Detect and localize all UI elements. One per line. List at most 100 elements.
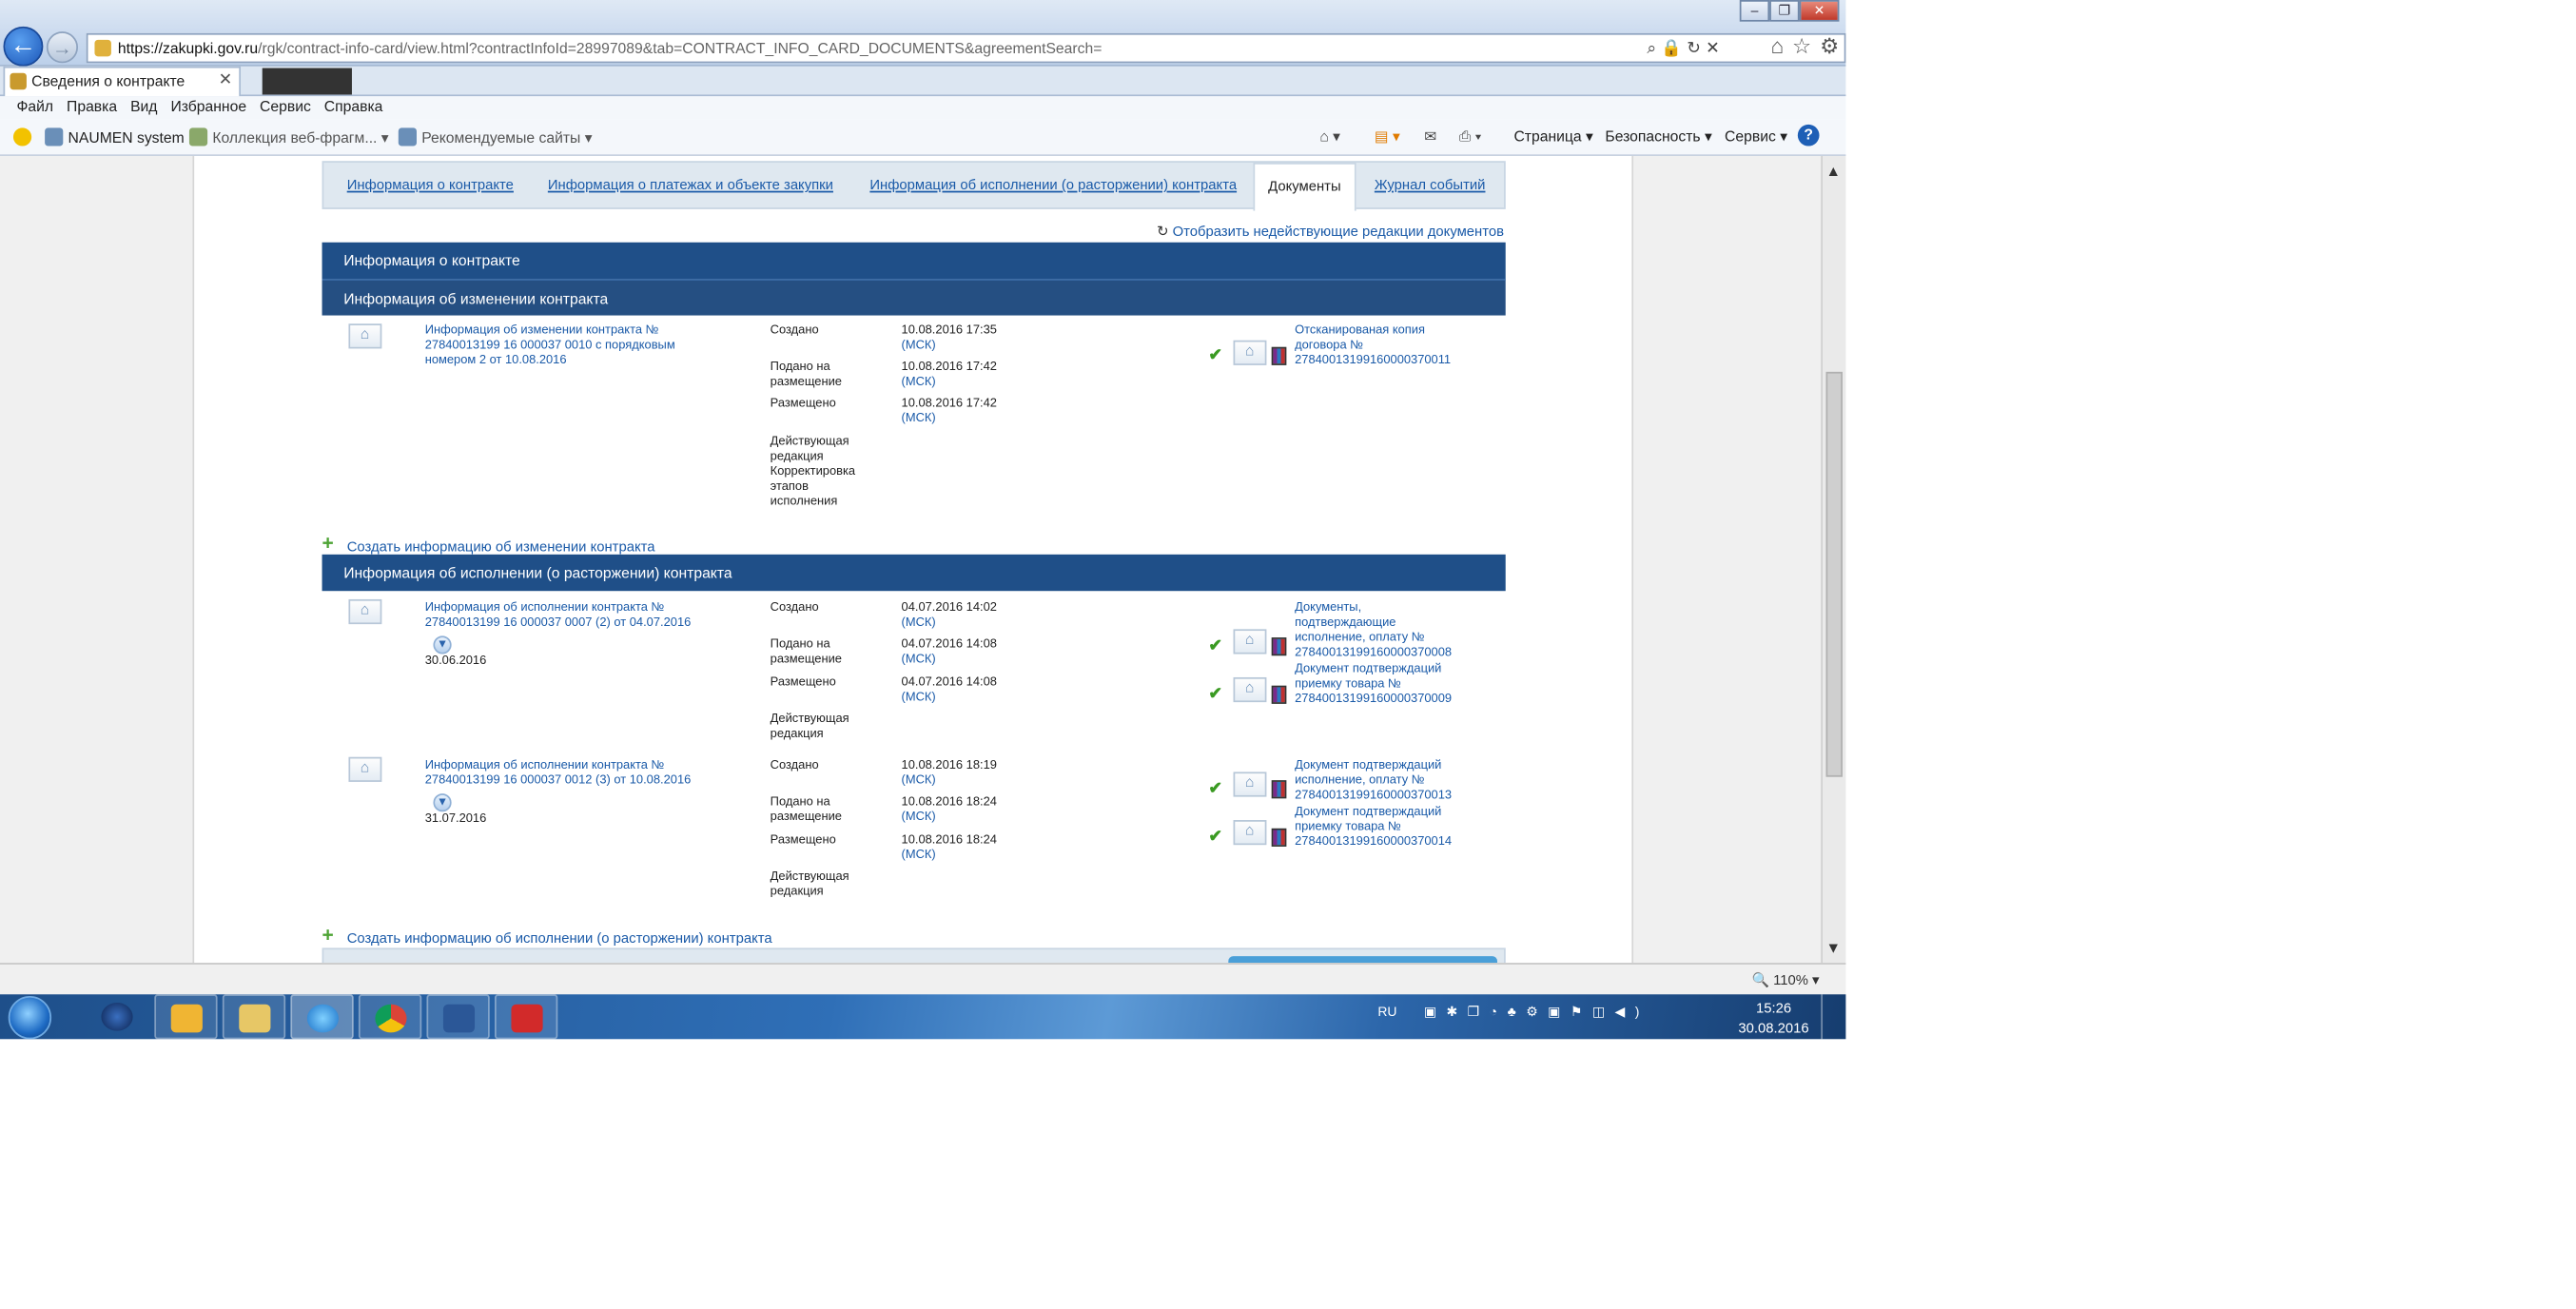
menu-file[interactable]: Файл bbox=[10, 96, 60, 119]
archive-icon[interactable] bbox=[1271, 346, 1287, 365]
tab-contract-info[interactable]: Информация о контракте bbox=[347, 176, 514, 192]
document-icon[interactable] bbox=[348, 756, 382, 782]
section-contract-info[interactable]: Информация о контракте bbox=[322, 242, 1506, 280]
exec2-file1-line1[interactable]: Документ подтверждаций bbox=[1295, 757, 1441, 772]
archive-icon[interactable] bbox=[1271, 780, 1287, 799]
section-change-info[interactable]: Информация об изменении контракта bbox=[322, 279, 1506, 316]
menu-tools[interactable]: Сервис bbox=[253, 96, 318, 119]
vertical-scrollbar[interactable]: ▲ ▼ bbox=[1821, 156, 1846, 964]
taskbar-chrome[interactable] bbox=[358, 994, 422, 1040]
change-file-line1[interactable]: Отсканированая копия bbox=[1295, 322, 1425, 338]
menu-view[interactable]: Вид bbox=[124, 96, 164, 119]
exec1-file1-line2[interactable]: подтверждающие bbox=[1295, 615, 1395, 630]
exec1-link-line2[interactable]: 27840013199 16 000037 0007 (2) от 04.07.… bbox=[425, 615, 692, 630]
tab-documents[interactable]: Документы bbox=[1253, 163, 1356, 211]
menu-edit[interactable]: Правка bbox=[60, 96, 124, 119]
create-exec-link[interactable]: Создать информацию об исполнении (о раст… bbox=[347, 929, 772, 946]
document-icon[interactable] bbox=[1233, 820, 1267, 846]
close-button[interactable]: ✕ bbox=[1799, 0, 1840, 22]
expand-arrow-icon[interactable]: ▼ bbox=[433, 635, 452, 654]
new-tab-button[interactable] bbox=[262, 68, 352, 95]
change-file-line2[interactable]: договора № bbox=[1295, 337, 1363, 352]
document-icon[interactable] bbox=[1233, 676, 1267, 703]
lock-icon[interactable]: 🔒 bbox=[1661, 40, 1687, 58]
document-icon[interactable] bbox=[1233, 340, 1267, 365]
exec1-file1-line1[interactable]: Документы, bbox=[1295, 599, 1361, 615]
forward-icon[interactable]: → bbox=[46, 31, 79, 64]
document-icon[interactable] bbox=[348, 598, 382, 625]
archive-icon[interactable] bbox=[1271, 828, 1287, 847]
browser-tab[interactable]: Сведения о контракте ✕ bbox=[3, 66, 242, 97]
fav-webslices[interactable]: Коллекция веб-фрагм... ▾ bbox=[188, 127, 389, 147]
tab-payments[interactable]: Информация о платежах и объекте закупки bbox=[548, 176, 833, 192]
favorites-star-icon[interactable]: ☆ bbox=[1792, 33, 1811, 60]
section-exec-info[interactable]: Информация об исполнении (о расторжении)… bbox=[322, 554, 1506, 592]
menu-help[interactable]: Справка bbox=[318, 96, 390, 119]
cmd-mail-icon[interactable]: ✉ bbox=[1424, 127, 1436, 146]
cmd-home-icon[interactable]: ⌂ ▾ bbox=[1319, 127, 1340, 146]
favorites-add-icon[interactable] bbox=[12, 127, 36, 147]
exec2-file2-line1[interactable]: Документ подтверждаций bbox=[1295, 804, 1441, 819]
scroll-up-icon[interactable]: ▲ bbox=[1826, 163, 1842, 179]
expand-arrow-icon[interactable]: ▼ bbox=[433, 793, 452, 812]
change-file-line3[interactable]: 2784001319916000037001​1 bbox=[1295, 352, 1451, 367]
cmd-service[interactable]: Сервис ▾ bbox=[1725, 127, 1787, 146]
exec1-file2-line3[interactable]: 2784001319916000037000​9 bbox=[1295, 691, 1452, 706]
archive-icon[interactable] bbox=[1271, 685, 1287, 704]
exec2-file1-line2[interactable]: исполнение, оплату № bbox=[1295, 772, 1425, 787]
fav-suggested[interactable]: Рекомендуемые сайты ▾ bbox=[398, 127, 593, 147]
exec1-file2-line2[interactable]: приемку товара № bbox=[1295, 675, 1401, 691]
exec2-file2-line3[interactable]: 2784001319916000037001​4 bbox=[1295, 833, 1452, 849]
search-icon[interactable]: ⌕ bbox=[1647, 40, 1661, 58]
cmd-feeds-icon[interactable]: ▤ ▾ bbox=[1375, 127, 1400, 146]
tab-close-icon[interactable]: ✕ bbox=[219, 68, 233, 95]
create-change-link[interactable]: Создать информацию об изменении контракт… bbox=[347, 537, 655, 554]
taskbar-word[interactable] bbox=[426, 994, 490, 1040]
zoom-control[interactable]: 🔍 110% ▾ bbox=[1751, 971, 1819, 989]
cmd-print-icon[interactable]: ⎙ ▾ bbox=[1459, 127, 1482, 146]
next-section-button[interactable] bbox=[1228, 956, 1497, 964]
back-icon[interactable]: ← bbox=[3, 26, 44, 67]
change-link-line3[interactable]: номером 2 от 10.08.2016 bbox=[425, 352, 567, 367]
address-bar[interactable]: https://zakupki.gov.ru/rgk/contract-info… bbox=[86, 32, 1846, 64]
cmd-security[interactable]: Безопасность ▾ bbox=[1605, 127, 1711, 146]
language-indicator[interactable]: RU bbox=[1377, 1005, 1396, 1020]
maximize-button[interactable]: ❐ bbox=[1769, 0, 1800, 22]
taskbar-ie[interactable] bbox=[290, 994, 354, 1040]
change-link-line1[interactable]: Информация об изменении контракта № bbox=[425, 322, 659, 338]
document-icon[interactable] bbox=[1233, 629, 1267, 654]
tray-icons[interactable]: ▣✱❐◔♣⚙▣⚑◫◀) bbox=[1424, 1005, 1649, 1020]
scroll-down-icon[interactable]: ▼ bbox=[1826, 940, 1842, 956]
exec1-file1-line4[interactable]: 2784001319916000037000​8 bbox=[1295, 644, 1452, 659]
tab-journal[interactable]: Журнал событий bbox=[1375, 176, 1486, 192]
clock[interactable]: 15:26 30.08.2016 bbox=[1736, 998, 1811, 1038]
exec1-link-line1[interactable]: Информация об исполнении контракта № bbox=[425, 599, 665, 615]
document-icon[interactable] bbox=[1233, 772, 1267, 797]
exec2-link-line1[interactable]: Информация об исполнении контракта № bbox=[425, 757, 665, 772]
exec1-file2-line1[interactable]: Документ подтверждаций bbox=[1295, 661, 1441, 676]
stop-icon[interactable]: ✕ bbox=[1706, 40, 1725, 58]
cmd-page[interactable]: Страница ▾ bbox=[1513, 127, 1592, 146]
menu-favorites[interactable]: Избранное bbox=[164, 96, 253, 119]
taskbar-outlook[interactable] bbox=[154, 994, 218, 1040]
tab-execution[interactable]: Информация об исполнении (о расторжении)… bbox=[869, 176, 1237, 192]
home-icon[interactable]: ⌂ bbox=[1771, 33, 1785, 60]
archive-icon[interactable] bbox=[1271, 637, 1287, 656]
show-old-versions-link[interactable]: ↻ Отобразить недействующие редакции доку… bbox=[1157, 223, 1504, 241]
minimize-button[interactable]: – bbox=[1739, 0, 1770, 22]
taskbar-explorer[interactable] bbox=[222, 994, 286, 1040]
start-button[interactable] bbox=[8, 996, 52, 1040]
exec2-file2-line2[interactable]: приемку товара № bbox=[1295, 818, 1401, 833]
fav-naumen[interactable]: NAUMEN system bbox=[45, 127, 185, 147]
help-icon[interactable]: ? bbox=[1797, 124, 1820, 147]
change-link-line2[interactable]: 27840013199 16 000037 0010 с порядковым bbox=[425, 337, 675, 352]
taskbar-media-app[interactable] bbox=[87, 994, 149, 1039]
exec2-file1-line3[interactable]: 2784001319916000037001​3 bbox=[1295, 787, 1452, 802]
scroll-thumb[interactable] bbox=[1825, 371, 1843, 777]
taskbar-app-red[interactable] bbox=[495, 994, 558, 1040]
settings-gear-icon[interactable]: ⚙ bbox=[1820, 33, 1839, 60]
document-icon[interactable] bbox=[348, 323, 382, 349]
exec2-link-line2[interactable]: 27840013199 16 000037 0012 (3) от 10.08.… bbox=[425, 772, 692, 787]
refresh-icon[interactable]: ↻ bbox=[1687, 40, 1706, 58]
show-desktop-button[interactable] bbox=[1821, 994, 1845, 1040]
